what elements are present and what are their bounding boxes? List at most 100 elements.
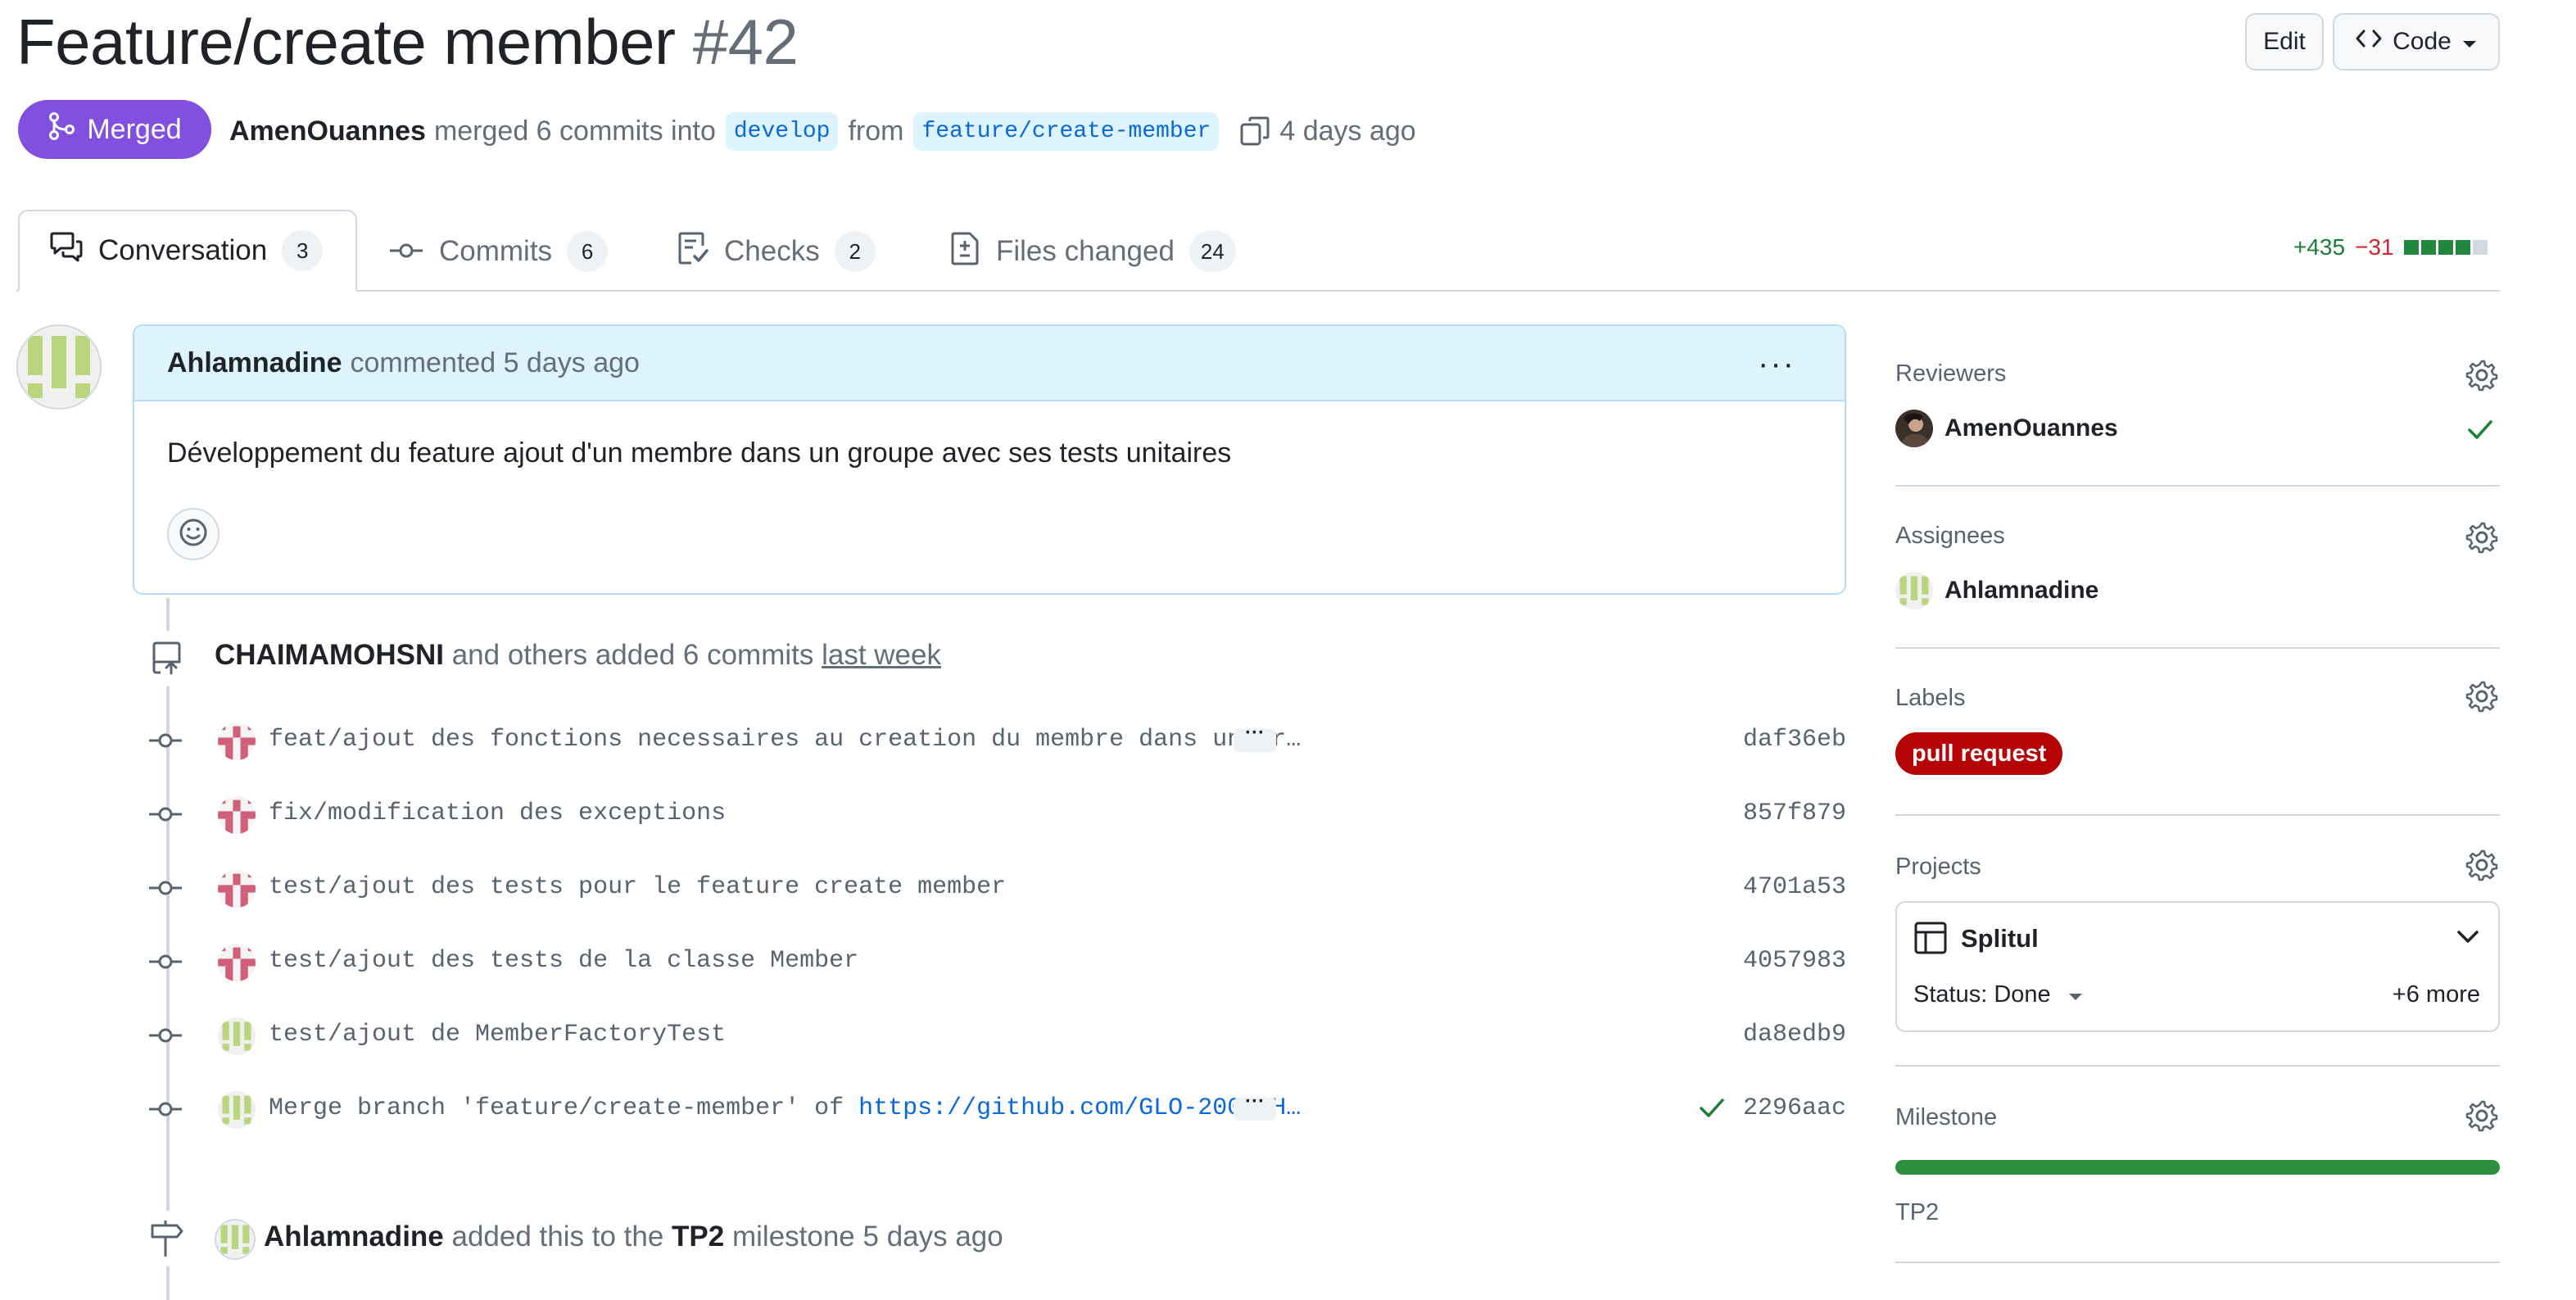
- milestone-event-milestone-link[interactable]: TP2: [672, 1221, 724, 1252]
- commit-sha-link[interactable]: da8edb9: [1743, 1021, 1846, 1049]
- tab-files-changed-label: Files changed: [996, 235, 1175, 267]
- gear-icon[interactable]: [2465, 1099, 2498, 1136]
- divider: [1895, 1065, 2500, 1067]
- chevron-down-icon[interactable]: [2456, 929, 2480, 949]
- kebab-horizontal-icon[interactable]: ···: [1758, 346, 1795, 383]
- milestone-event: Ahlamnadine added this to the TP2 milest…: [264, 1221, 1003, 1253]
- base-branch[interactable]: develop: [725, 111, 839, 151]
- gear-icon[interactable]: [2465, 359, 2498, 396]
- comment-body: Développement du feature ajout d'un memb…: [167, 437, 1232, 469]
- labels-heading: Labels: [1895, 685, 1966, 711]
- project-status-select[interactable]: Status: Done: [1913, 981, 2084, 1008]
- copy-icon[interactable]: [1238, 115, 1271, 147]
- avatar[interactable]: [218, 870, 256, 908]
- commit-message-link[interactable]: Merge branch 'feature/create-member' of: [269, 1094, 858, 1122]
- tab-files-changed[interactable]: Files changed 24: [950, 211, 1236, 292]
- merged-status-badge: Merged: [18, 100, 211, 159]
- file-diff-icon: [950, 231, 981, 273]
- code-icon: [2355, 26, 2383, 57]
- divider: [1895, 647, 2500, 649]
- diffstat: +435 −31: [2293, 234, 2488, 260]
- reviewer-name: AmenOuannes: [1944, 414, 2118, 442]
- project-status-value: Status: Done: [1913, 981, 2051, 1008]
- commits-event-text: and others added 6 commits: [451, 639, 814, 671]
- divider: [1895, 814, 2500, 816]
- avatar[interactable]: [218, 796, 256, 834]
- label-pull-request[interactable]: pull request: [1895, 732, 2063, 775]
- commit-row: Merge branch 'feature/create-member' of …: [147, 1085, 1846, 1134]
- divider: [1895, 1261, 2500, 1263]
- triangle-down-icon: [2067, 981, 2084, 1008]
- git-commit-icon: [147, 1024, 183, 1051]
- milestone-event-author-link[interactable]: Ahlamnadine: [264, 1221, 444, 1252]
- comment-header: Ahlamnadine commented 5 days ago ···: [134, 326, 1845, 401]
- project-name-link[interactable]: Splitul: [1961, 924, 2039, 953]
- expand-commit-button[interactable]: ···: [1234, 1092, 1276, 1121]
- tab-files-changed-count: 24: [1188, 231, 1236, 272]
- commit-row: test/ajout des tests pour le feature cre…: [147, 863, 1846, 913]
- tab-conversation[interactable]: Conversation 3: [18, 210, 357, 292]
- tab-conversation-count: 3: [282, 230, 324, 271]
- commit-sha-link[interactable]: daf36eb: [1743, 726, 1846, 754]
- expand-commit-button[interactable]: ···: [1234, 723, 1276, 752]
- commit-row: fix/modification des exceptions 857f879: [147, 790, 1846, 839]
- pr-meta: AmenOuannes merged 6 commits into develo…: [229, 106, 1416, 156]
- tab-commits[interactable]: Commits 6: [388, 211, 609, 292]
- diffstat-additions: +435: [2293, 234, 2346, 260]
- edit-button[interactable]: Edit: [2245, 13, 2324, 70]
- milestone-name-link[interactable]: TP2: [1895, 1199, 1939, 1226]
- tab-conversation-label: Conversation: [98, 234, 268, 266]
- git-commit-icon: [147, 729, 183, 756]
- tab-commits-count: 6: [567, 231, 609, 272]
- avatar[interactable]: [16, 324, 102, 410]
- check-icon[interactable]: [1697, 1093, 1727, 1126]
- commit-row: feat/ajout des fonctions necessaires au …: [147, 716, 1846, 765]
- commit-message-link[interactable]: feat/ajout des fonctions necessaires au …: [269, 726, 1301, 754]
- project-more-fields-button[interactable]: +6 more: [2393, 981, 2480, 1008]
- git-commit-icon: [147, 803, 183, 830]
- avatar[interactable]: [218, 722, 256, 760]
- merge-author-link[interactable]: AmenOuannes: [229, 116, 426, 147]
- avatar[interactable]: [218, 1017, 256, 1055]
- comment-author-link[interactable]: Ahlamnadine: [167, 347, 342, 379]
- commit-message-link[interactable]: fix/modification des exceptions: [269, 799, 726, 827]
- tab-checks-label: Checks: [724, 235, 820, 267]
- tab-checks-count: 2: [834, 231, 876, 272]
- edit-button-label: Edit: [2263, 28, 2306, 55]
- git-commit-icon: [147, 1098, 183, 1125]
- assignees-heading: Assignees: [1895, 523, 2005, 549]
- merged-status-label: Merged: [87, 113, 182, 145]
- gear-icon[interactable]: [2465, 849, 2498, 886]
- add-reaction-button[interactable]: [167, 508, 220, 560]
- milestone-event-text-before: added this to the: [451, 1221, 664, 1252]
- assignee-item[interactable]: Ahlamnadine: [1895, 572, 2098, 609]
- avatar[interactable]: [218, 1091, 256, 1129]
- projects-heading: Projects: [1895, 854, 1981, 880]
- comment-action: commented 5 days ago: [350, 347, 640, 378]
- checklist-icon: [677, 231, 709, 273]
- code-button[interactable]: Code: [2333, 13, 2500, 70]
- head-branch[interactable]: feature/create-member: [913, 111, 1220, 151]
- avatar[interactable]: [218, 944, 256, 981]
- commit-message-link[interactable]: test/ajout des tests de la classe Member: [269, 947, 858, 975]
- commits-event-author-link[interactable]: CHAIMAMOHSNI: [215, 639, 444, 671]
- git-commit-icon: [147, 876, 183, 904]
- assignee-name: Ahlamnadine: [1944, 577, 2099, 604]
- tab-checks[interactable]: Checks 2: [677, 211, 876, 292]
- commit-message-link[interactable]: test/ajout des tests pour le feature cre…: [269, 873, 1006, 901]
- avatar[interactable]: [215, 1219, 256, 1260]
- gear-icon[interactable]: [2465, 680, 2498, 717]
- commits-event-time-link[interactable]: last week: [822, 639, 941, 671]
- commit-sha-link[interactable]: 2296aac: [1743, 1094, 1846, 1122]
- gear-icon[interactable]: [2465, 521, 2498, 558]
- merge-time: 4 days ago: [1279, 115, 1416, 147]
- milestone-heading: Milestone: [1895, 1104, 1998, 1130]
- commit-sha-link[interactable]: 4701a53: [1743, 873, 1846, 901]
- git-commit-icon: [147, 950, 183, 977]
- reviewer-item[interactable]: AmenOuannes: [1895, 410, 2118, 447]
- commit-message-link[interactable]: test/ajout de MemberFactoryTest: [269, 1021, 726, 1049]
- milestone-event-text-after: milestone 5 days ago: [731, 1221, 1003, 1252]
- commit-sha-link[interactable]: 4057983: [1743, 947, 1846, 975]
- code-button-label: Code: [2393, 28, 2452, 55]
- commit-sha-link[interactable]: 857f879: [1743, 799, 1846, 827]
